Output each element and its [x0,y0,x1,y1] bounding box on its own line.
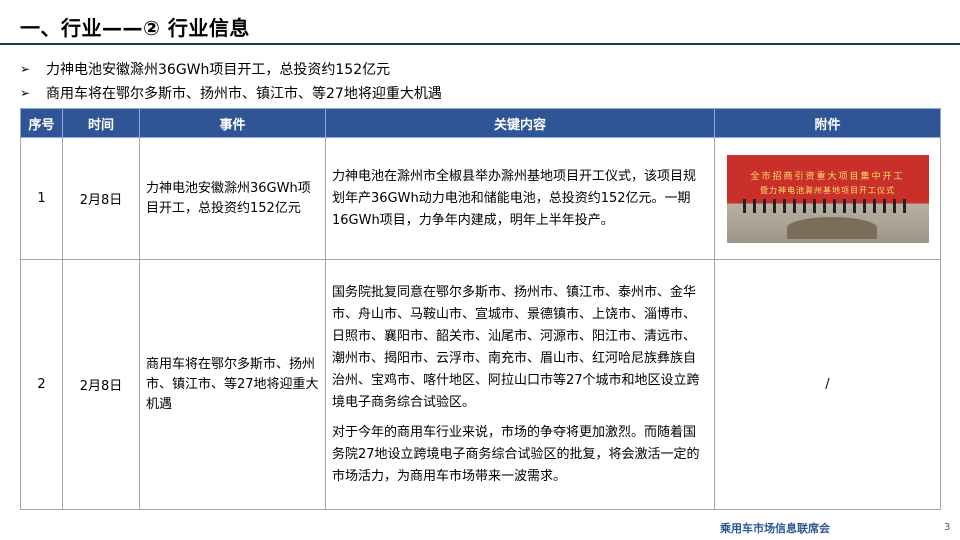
content-paragraph: 国务院批复同意在鄂尔多斯市、扬州市、镇江市、泰州市、金华市、舟山市、马鞍山市、宣… [332,284,700,410]
bullet-item: ➢ 力神电池安徽滁州36GWh项目开工，总投资约152亿元 [20,57,442,81]
header-no: 序号 [20,108,63,138]
table-row: 1 2月8日 力神电池安徽滁州36GWh项目开工，总投资约152亿元 力神电池在… [20,137,941,260]
row-content: 国务院批复同意在鄂尔多斯市、扬州市、镇江市、泰州市、金华市、舟山市、马鞍山市、宣… [325,259,715,510]
header-event: 事件 [139,108,326,138]
title-divider [0,43,960,45]
photo-banner-text: 全市招商引资重大项目集中开工 [750,171,905,182]
row-event: 商用车将在鄂尔多斯市、扬州市、镇江市、等27地将迎重大机遇 [139,259,326,510]
bullet-item: ➢ 商用车将在鄂尔多斯市、扬州市、镇江市、等27地将迎重大机遇 [20,81,442,105]
page-number: 3 [944,522,951,533]
header-content: 关键内容 [325,108,715,138]
row-no: 1 [20,137,63,260]
attachment-photo: 全市招商引资重大项目集中开工 暨力神电池滁州基地项目开工仪式 [726,154,929,243]
table-header-row: 序号 时间 事件 关键内容 附件 [20,108,941,138]
row-content: 力神电池在滁州市全椒县举办滁州基地项目开工仪式，该项目规划年产36GWh动力电池… [325,137,715,260]
photo-soil-mound [786,216,877,239]
header-attachment: 附件 [714,108,941,138]
bullet-list: ➢ 力神电池安徽滁州36GWh项目开工，总投资约152亿元 ➢ 商用车将在鄂尔多… [20,57,442,105]
row-attachment: 全市招商引资重大项目集中开工 暨力神电池滁州基地项目开工仪式 [714,137,941,260]
photo-banner-subtext: 暨力神电池滁州基地项目开工仪式 [760,185,895,195]
row-event: 力神电池安徽滁州36GWh项目开工，总投资约152亿元 [139,137,326,260]
content-paragraph: 力神电池在滁州市全椒县举办滁州基地项目开工仪式，该项目规划年产36GWh动力电池… [332,168,697,228]
row-no: 2 [20,259,63,510]
news-table: 序号 时间 事件 关键内容 附件 1 2月8日 力神电池安徽滁州36GWh项目开… [20,108,941,510]
photo-people [742,198,913,213]
header-date: 时间 [62,108,140,138]
arrow-right-icon: ➢ [20,62,31,76]
content-paragraph: 对于今年的商用车行业来说，市场的争夺将更加激烈。而随着国务院27地设立跨境电子商… [332,424,700,484]
row-attachment: / [714,259,941,510]
row-date: 2月8日 [62,137,140,260]
arrow-right-icon: ➢ [20,86,31,100]
page-title: 一、行业——② 行业信息 [20,16,250,40]
bullet-text: 商用车将在鄂尔多斯市、扬州市、镇江市、等27地将迎重大机遇 [46,86,442,102]
footer-organization: 乘用车市场信息联席会 [720,522,830,535]
table-row: 2 2月8日 商用车将在鄂尔多斯市、扬州市、镇江市、等27地将迎重大机遇 国务院… [20,259,941,510]
row-date: 2月8日 [62,259,140,510]
bullet-text: 力神电池安徽滁州36GWh项目开工，总投资约152亿元 [46,62,391,78]
